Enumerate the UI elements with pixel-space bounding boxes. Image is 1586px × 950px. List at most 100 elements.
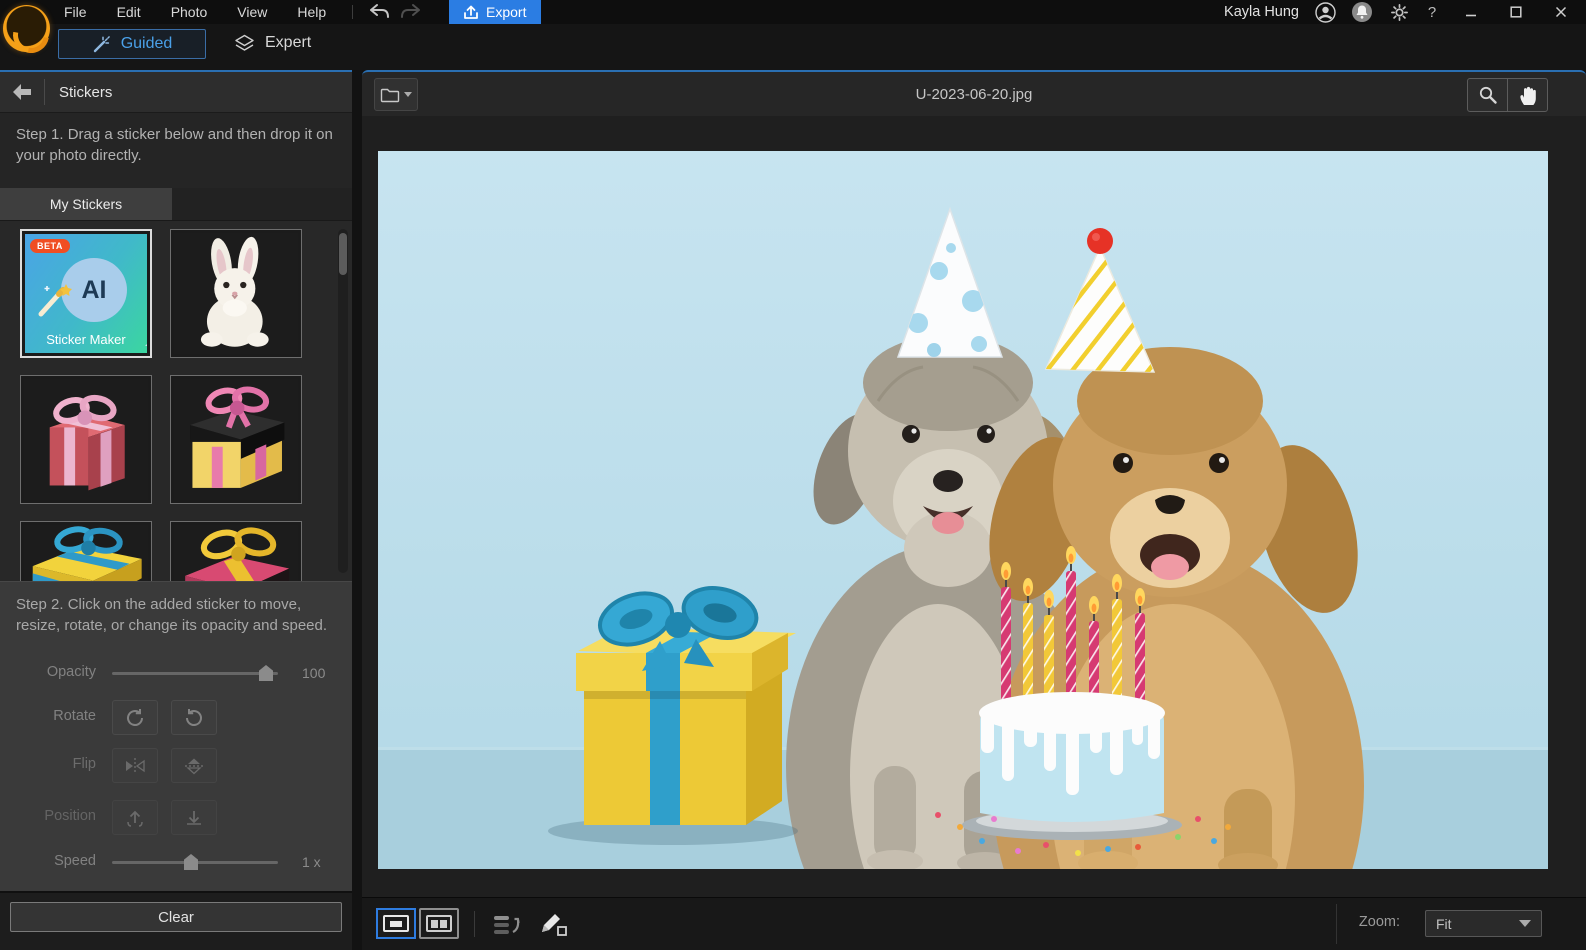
- rotate-ccw-button[interactable]: [171, 700, 217, 735]
- compare-view-button[interactable]: [419, 908, 459, 939]
- canvas-toolbar: U-2023-06-20.jpg: [362, 70, 1586, 116]
- flip-row: Flip: [0, 748, 352, 784]
- tab-expert[interactable]: Expert: [226, 29, 319, 57]
- export-icon: [464, 5, 478, 20]
- sticker-red-gift[interactable]: [20, 375, 152, 504]
- help-button[interactable]: ?: [1425, 4, 1439, 21]
- scrollbar-thumb[interactable]: [339, 233, 347, 275]
- sticker-grid: BETA AI Sticker Maker: [0, 221, 352, 581]
- bell-icon: [1351, 1, 1373, 23]
- adjustment-history-button[interactable]: [492, 910, 522, 938]
- tab-guided[interactable]: Guided: [58, 29, 206, 59]
- zoom-value: Fit: [1436, 916, 1452, 932]
- sticker-scrollbar[interactable]: [338, 229, 348, 573]
- opacity-slider[interactable]: [112, 672, 278, 675]
- pencil-edit-icon: [538, 910, 568, 938]
- pink-gold-gift-image: [174, 525, 298, 581]
- speed-slider[interactable]: [112, 861, 278, 864]
- sticker-ai-sticker-maker[interactable]: BETA AI Sticker Maker: [20, 229, 152, 358]
- mode-tabrow: Guided Expert: [0, 24, 1586, 70]
- arrow-up-icon: [125, 808, 145, 828]
- rotate-row: Rotate: [0, 700, 352, 736]
- flip-vertical-button[interactable]: [171, 748, 217, 783]
- speed-slider-handle[interactable]: [184, 854, 198, 870]
- sticker-tabstrip: My Stickers: [0, 188, 352, 221]
- opacity-row: Opacity 100: [0, 656, 352, 692]
- send-backward-button[interactable]: [171, 800, 217, 835]
- settings-button[interactable]: [1388, 1, 1410, 23]
- close-button[interactable]: [1548, 1, 1574, 23]
- app-logo: [3, 5, 50, 52]
- rotate-label: Rotate: [0, 708, 96, 724]
- minimize-button[interactable]: [1458, 1, 1484, 23]
- rotate-ccw-icon: [183, 708, 205, 728]
- bring-forward-button[interactable]: [112, 800, 158, 835]
- sticker-yellow-gift-black-lid[interactable]: [170, 375, 302, 504]
- edit-adjustment-button[interactable]: [538, 910, 568, 938]
- menubar: File Edit Photo View Help: [64, 0, 326, 24]
- bunny-image: [174, 233, 298, 354]
- single-view-button[interactable]: [376, 908, 416, 939]
- opacity-value: 100: [302, 665, 325, 681]
- position-row: Position: [0, 800, 352, 836]
- opacity-slider-handle[interactable]: [259, 665, 273, 681]
- notifications-button[interactable]: [1351, 1, 1373, 23]
- sticker-pink-gift-gold-ribbon[interactable]: [170, 521, 302, 581]
- speed-row: Speed 1 x: [0, 845, 352, 881]
- flip-horizontal-icon: [124, 757, 146, 775]
- position-label: Position: [0, 808, 96, 824]
- photo[interactable]: [378, 151, 1548, 869]
- export-label: Export: [486, 4, 526, 20]
- beta-badge: BETA: [30, 239, 70, 253]
- sticker-yellow-gift-blue-ribbon[interactable]: [20, 521, 152, 581]
- menu-file[interactable]: File: [64, 4, 87, 20]
- close-icon: [1555, 6, 1567, 18]
- minimize-icon: [1465, 6, 1477, 18]
- step1-instructions: Step 1. Drag a sticker below and then dr…: [0, 113, 352, 188]
- main-area: U-2023-06-20.jpg: [362, 70, 1586, 950]
- bottom-bar: Zoom: Fit: [362, 897, 1586, 950]
- hand-icon: [1519, 85, 1537, 106]
- panel-footer: Clear: [0, 891, 352, 950]
- panel-splitter[interactable]: [352, 70, 362, 950]
- magic-wand-icon: [92, 35, 111, 54]
- back-button[interactable]: [0, 72, 44, 112]
- pan-tool-button[interactable]: [1507, 78, 1548, 112]
- menu-edit[interactable]: Edit: [117, 4, 141, 20]
- maximize-icon: [1510, 6, 1522, 18]
- image-filename: U-2023-06-20.jpg: [362, 72, 1586, 116]
- tab-expert-label: Expert: [265, 34, 311, 52]
- step2-instructions: Step 2. Click on the added sticker to mo…: [0, 582, 352, 637]
- account-button[interactable]: [1314, 1, 1336, 23]
- view-mode-buttons: [376, 908, 459, 939]
- user-name[interactable]: Kayla Hung: [1224, 4, 1299, 20]
- ai-sticker-maker-label: Sticker Maker: [25, 332, 147, 347]
- stickers-panel: Stickers Step 1. Drag a sticker below an…: [0, 70, 352, 950]
- export-button[interactable]: Export: [449, 0, 541, 24]
- yellow-blue-gift-image: [24, 525, 148, 581]
- undo-button[interactable]: [366, 2, 394, 22]
- zoom-tool-button[interactable]: [1467, 78, 1508, 112]
- tab-my-stickers[interactable]: My Stickers: [0, 188, 172, 220]
- menu-view[interactable]: View: [237, 4, 267, 20]
- canvas[interactable]: [362, 116, 1586, 898]
- sticker-white-bunny[interactable]: [170, 229, 302, 358]
- menu-photo[interactable]: Photo: [171, 4, 208, 20]
- speed-value: 1 x: [302, 854, 321, 870]
- zoom-select[interactable]: Fit: [1425, 910, 1542, 937]
- compare-view-icon: [426, 915, 452, 932]
- panel-header: Stickers: [0, 72, 352, 113]
- clear-button[interactable]: Clear: [10, 902, 342, 932]
- red-gift-image: [24, 379, 148, 500]
- redo-button[interactable]: [398, 2, 426, 22]
- redo-icon: [402, 5, 419, 17]
- yellow-black-gift-image: [174, 379, 298, 500]
- menu-help[interactable]: Help: [297, 4, 326, 20]
- flip-label: Flip: [0, 756, 96, 772]
- user-avatar-icon: [1315, 2, 1336, 23]
- flip-horizontal-button[interactable]: [112, 748, 158, 783]
- rotate-cw-button[interactable]: [112, 700, 158, 735]
- undo-icon: [371, 5, 388, 17]
- maximize-button[interactable]: [1503, 1, 1529, 23]
- tab-guided-label: Guided: [121, 35, 173, 53]
